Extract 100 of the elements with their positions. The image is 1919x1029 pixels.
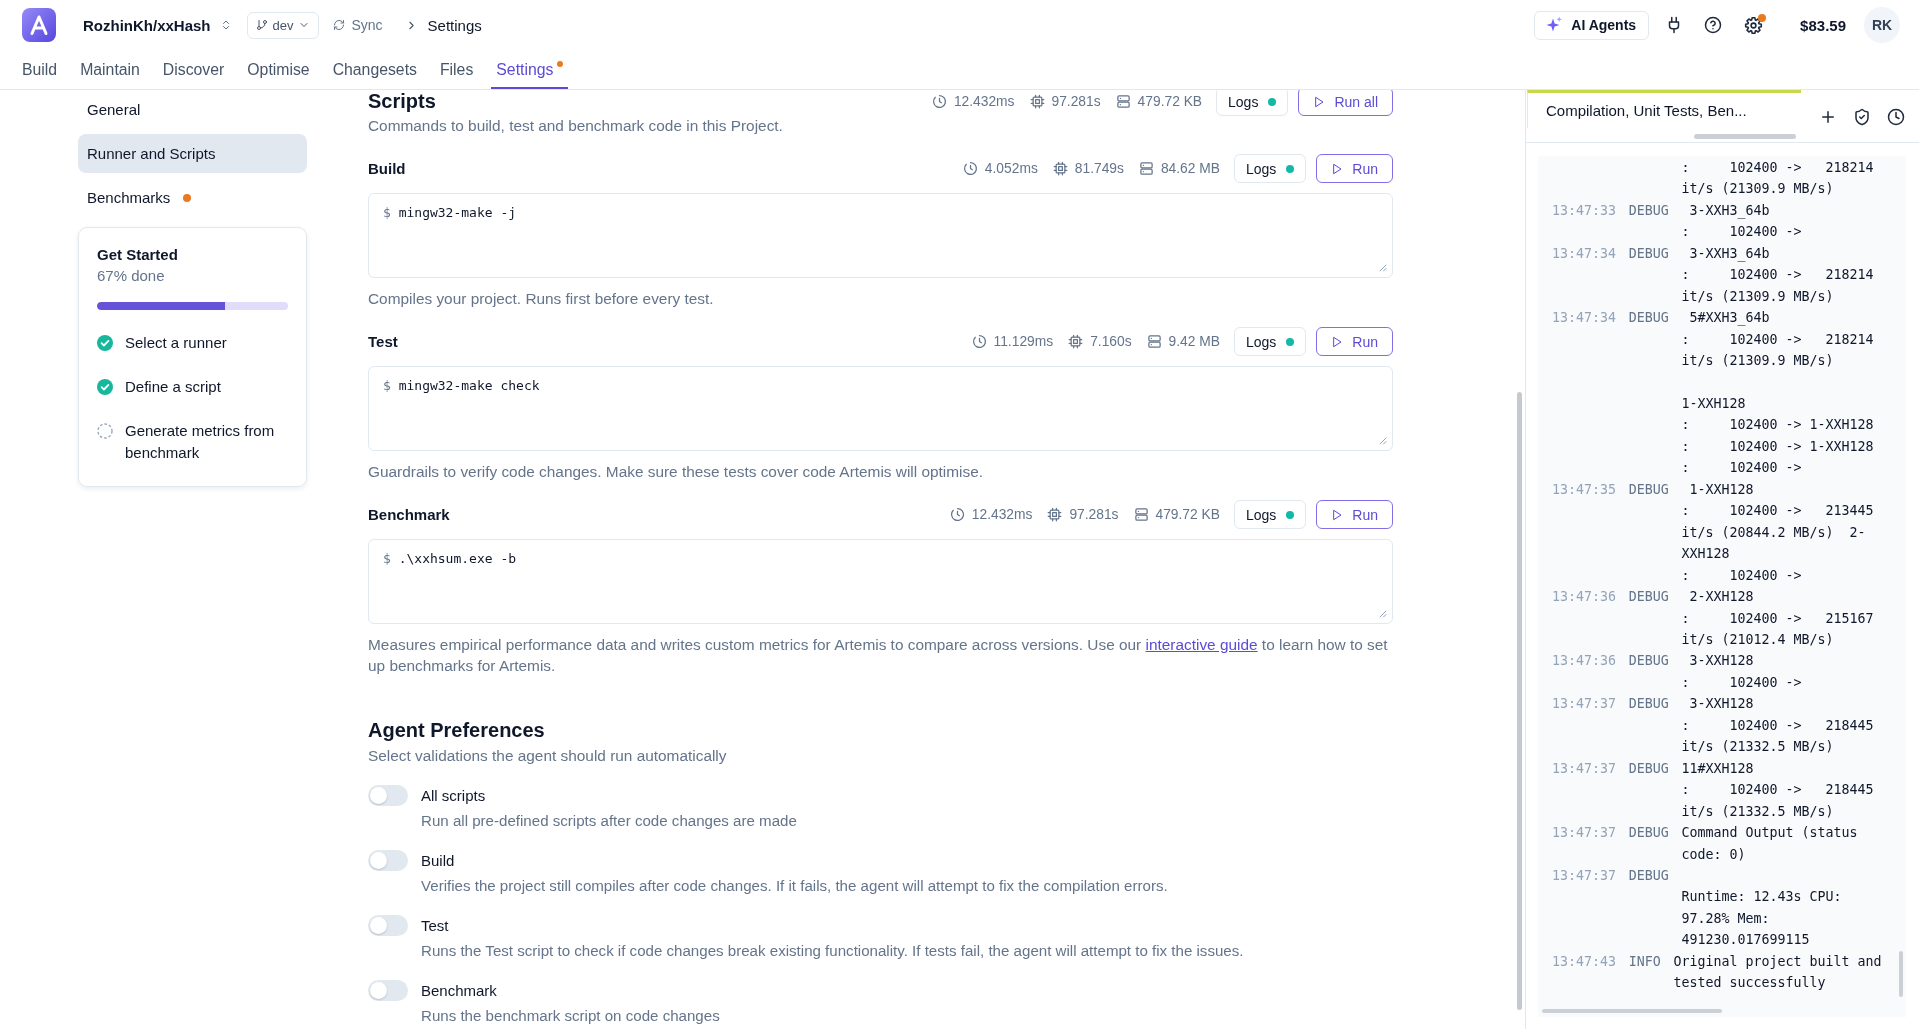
option-description: Run all pre-defined scripts after code changes are made [421, 811, 798, 831]
log-severity: DEBUG [1628, 201, 1669, 220]
logs-button[interactable]: Logs [1216, 90, 1289, 116]
log-message: 11#XXH128 : 102400 -> 218445 it/s (21332.5 MB/s) [1681, 759, 1874, 821]
script-name: Test [368, 333, 398, 350]
log-message: 2-XXH128 : 102400 -> 215167 it/s (21012.4 MB/s) [1681, 588, 1874, 649]
duration-value: 11.129ms [993, 334, 1054, 349]
cpu-icon [1047, 507, 1063, 522]
log-severity: DEBUG [1628, 824, 1669, 843]
cpu-icon [1052, 161, 1068, 176]
command-field[interactable]: $ .\xxhsum.exe -b [368, 539, 1393, 624]
settings-icon[interactable] [1744, 15, 1764, 35]
ai-agents-button[interactable]: AI Agents [1534, 10, 1650, 40]
section-title: Scripts [368, 90, 436, 113]
sync-button[interactable]: Sync [333, 17, 383, 33]
scrollbar[interactable] [1542, 1009, 1722, 1013]
clock-icon[interactable] [1887, 108, 1905, 126]
toggle-switch[interactable] [368, 914, 408, 936]
resize-grip-icon[interactable] [1379, 264, 1387, 272]
memory-value: 9.42 MB [1168, 334, 1220, 349]
shield-check-icon[interactable] [1853, 108, 1871, 126]
option-description: Runs the Test script to check if code changes break existing functionality. If tests fail, the agent will attempt to fix the issues. [421, 941, 1245, 961]
help-icon[interactable] [1704, 16, 1723, 34]
resize-grip-icon[interactable] [1379, 437, 1387, 445]
log-message: Original project built and tested successfully [1673, 952, 1882, 993]
log-severity: DEBUG [1628, 866, 1669, 885]
section-description: Commands to build, test and benchmark code in this Project. [368, 116, 784, 136]
log-severity: DEBUG [1628, 309, 1669, 328]
option-label: All scripts [421, 786, 486, 804]
log-timestamp: 13:47:43 [1552, 952, 1617, 971]
step-label[interactable]: Select a runner [125, 332, 227, 354]
cpu-icon [1029, 94, 1045, 109]
log-message: : 102400 -> 218214 it/s (21309.9 MB/s) [1681, 159, 1874, 199]
nav-tab[interactable]: Optimise [242, 50, 315, 89]
toggle-switch[interactable] [368, 979, 408, 1001]
scrollbar[interactable] [1899, 951, 1903, 997]
breadcrumb-current: Settings [427, 16, 482, 34]
help-text: Measures empirical performance data and writes custom metrics for Artemis to compare across versions. Use our interactive guide to learn how to set up benchmarks for Artemis. [368, 635, 1389, 676]
logo-icon[interactable] [22, 8, 56, 42]
resize-grip-icon[interactable] [1379, 610, 1387, 618]
log-timestamp: 13:47:37 [1552, 866, 1617, 885]
project-name[interactable]: RozhinKh/xxHash [83, 16, 211, 34]
nav-tab[interactable]: Settings [491, 50, 569, 89]
nav-tab[interactable]: Discover [157, 50, 230, 89]
timer-icon [931, 94, 947, 109]
log-message: Command Output (status code: 0) [1681, 824, 1858, 864]
scrollbar[interactable] [1694, 134, 1796, 139]
plus-icon[interactable] [1819, 108, 1837, 126]
server-icon [1146, 334, 1162, 349]
step-label[interactable]: Define a script [125, 376, 221, 398]
server-icon [1133, 507, 1149, 522]
sidebar-item[interactable]: Runner and Scripts [78, 134, 307, 173]
timer-icon [962, 161, 978, 176]
command-field[interactable]: $ mingw32-make -j [368, 193, 1393, 278]
section-title: Agent Preferences [368, 718, 546, 742]
logs-button[interactable]: Logs [1233, 327, 1307, 356]
option-label: Test [421, 916, 449, 934]
log-timestamp: 13:47:33 [1552, 201, 1617, 220]
memory-value: 479.72 KB [1137, 94, 1203, 109]
log-severity: DEBUG [1628, 588, 1669, 607]
step-label[interactable]: Generate metrics from benchmark [125, 420, 288, 464]
log-message: 3-XXH3_64b : 102400 -> 218214 it/s (21309.9 MB/s) [1681, 244, 1874, 306]
cpu-time-value: 7.160s [1090, 334, 1132, 349]
sidebar-item[interactable]: General [78, 90, 307, 129]
nav-tab[interactable]: Maintain [75, 50, 145, 89]
cpu-time-value: 97.281s [1051, 94, 1101, 109]
run-button[interactable]: Run [1316, 154, 1393, 183]
logs-button[interactable]: Logs [1233, 154, 1307, 183]
log-severity: INFO [1628, 952, 1661, 971]
cpu-time-value: 97.281s [1069, 507, 1119, 522]
memory-value: 84.62 MB [1160, 161, 1220, 176]
sidebar-item[interactable]: Benchmarks [78, 178, 307, 217]
guide-link[interactable]: interactive guide [1145, 636, 1258, 653]
branch-selector[interactable]: dev [246, 11, 320, 39]
log-message: Runtime: 12.43s CPU: 97.28% Mem: 491230.017699115 [1681, 888, 1842, 950]
log-message: 3-XXH128 : 102400 -> 218445 it/s (21332.5 MB/s) [1681, 695, 1874, 757]
help-text: Guardrails to verify code changes. Make sure these tests cover code Artemis will optimise. [368, 462, 985, 482]
logs-button[interactable]: Logs [1233, 500, 1307, 529]
log-message: 3-XXH128 : 102400 -> [1681, 652, 1802, 692]
duration-value: 12.432ms [971, 507, 1033, 522]
log-timestamp: 13:47:37 [1552, 695, 1617, 714]
run-all-button[interactable]: Run all [1298, 90, 1393, 116]
nav-tab[interactable]: Build [17, 50, 63, 89]
server-icon [1138, 161, 1154, 176]
log-timestamp: 13:47:36 [1552, 652, 1617, 671]
nav-tab[interactable]: Files [434, 50, 479, 89]
output-tab[interactable]: Compilation, Unit Tests, Ben... [1527, 90, 1801, 128]
scrollbar[interactable] [1517, 392, 1522, 1010]
toggle-switch[interactable] [368, 849, 408, 871]
script-name: Benchmark [368, 506, 450, 523]
command-field[interactable]: $ mingw32-make check [368, 366, 1393, 451]
option-description: Verifies the project still compiles after code changes. If it fails, the agent will attempt to fix the compilation errors. [421, 876, 1169, 896]
progress-text: 67% done [97, 266, 166, 286]
toggle-switch[interactable] [368, 784, 408, 806]
run-button[interactable]: Run [1316, 327, 1393, 356]
server-icon [1115, 94, 1131, 109]
user-avatar[interactable]: RK [1864, 7, 1900, 43]
nav-tab[interactable]: Changesets [327, 50, 422, 89]
log-message: 3-XXH3_64b : 102400 -> [1681, 201, 1802, 242]
run-button[interactable]: Run [1316, 500, 1393, 529]
